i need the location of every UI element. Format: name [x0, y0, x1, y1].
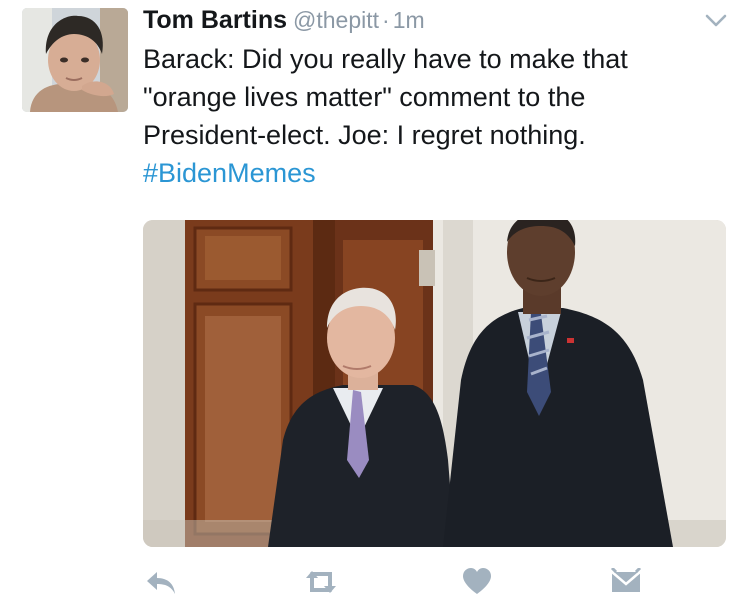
author-name[interactable]: Tom Bartins	[143, 6, 287, 34]
reply-icon[interactable]	[145, 568, 177, 601]
tweet-actions	[0, 560, 750, 606]
separator: ·	[382, 7, 390, 33]
tweet: Tom Bartins @thepitt · 1m Barack: Did you r…	[0, 0, 750, 606]
tweet-photo[interactable]	[143, 220, 726, 547]
hashtag-link[interactable]: #BidenMemes	[143, 154, 738, 192]
retweet-icon[interactable]	[302, 568, 340, 601]
tweet-header: Tom Bartins @thepitt · 1m	[143, 6, 425, 38]
direct-message-icon[interactable]	[610, 566, 642, 601]
tweet-text: Barack: Did you really have to make that…	[143, 40, 738, 192]
chevron-down-icon[interactable]	[704, 10, 728, 30]
tweet-time[interactable]: 1m	[393, 7, 425, 33]
tweet-text-line: Barack: Did you really have to make that	[143, 44, 628, 74]
avatar[interactable]	[22, 8, 128, 112]
author-handle[interactable]: @thepitt	[293, 7, 379, 33]
heart-icon[interactable]	[462, 568, 492, 601]
tweet-text-line: President-elect. Joe: I regret nothing.	[143, 120, 586, 150]
tweet-text-line: "orange lives matter" comment to the	[143, 82, 586, 112]
